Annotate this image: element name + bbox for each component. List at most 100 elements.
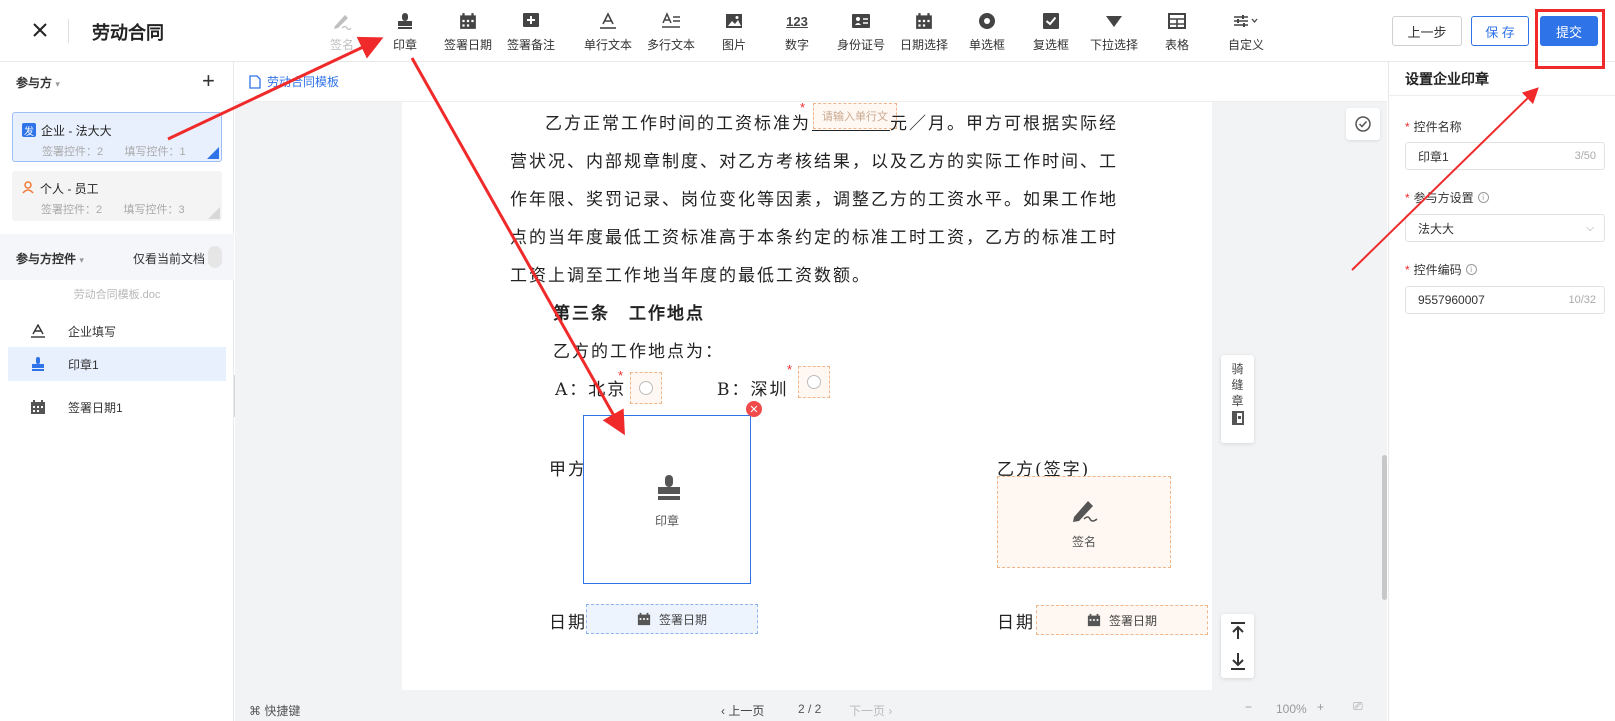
- participants-header[interactable]: 参与方 ▾: [16, 74, 60, 91]
- paragraph-line: 元／月。甲方可根据实际经: [890, 114, 1118, 134]
- table-icon: [1145, 8, 1209, 34]
- check-button[interactable]: [1346, 108, 1380, 140]
- scroll-to-bottom-icon[interactable]: [1230, 652, 1246, 670]
- control-code-label: * 控件编码 i: [1405, 261, 1477, 278]
- signature-field[interactable]: 签名: [997, 476, 1171, 568]
- calendar-icon: [892, 8, 956, 34]
- char-count: 10/32: [1568, 294, 1596, 306]
- selected-corner-icon: [207, 147, 219, 159]
- tool-radio[interactable]: 单选框: [955, 8, 1019, 53]
- control-name-value: 印章1: [1418, 149, 1449, 164]
- tool-label: 签名: [329, 38, 354, 52]
- radio-field-a[interactable]: [630, 372, 662, 404]
- tool-number[interactable]: 123 数字: [765, 8, 829, 53]
- document-tab-bar: 劳动合同模板: [235, 62, 1387, 102]
- pen-icon: [1073, 501, 1098, 522]
- divider: [1389, 95, 1615, 96]
- tool-label: 下拉选择: [1089, 38, 1138, 52]
- tool-calendar[interactable]: 日期选择: [892, 8, 956, 53]
- pen-icon: [310, 8, 374, 34]
- only-current-doc-toggle[interactable]: [208, 246, 222, 268]
- fit-page-icon[interactable]: ⎚: [1353, 699, 1363, 714]
- required-marker: *: [800, 100, 806, 115]
- tool-table[interactable]: 表格: [1145, 8, 1209, 53]
- riding-seal-button[interactable]: 骑缝章: [1221, 355, 1254, 443]
- zoom-in-button[interactable]: +: [1317, 700, 1324, 714]
- add-participant-icon[interactable]: +: [202, 68, 215, 94]
- custom-icon: [1214, 8, 1278, 34]
- tool-multi-line-text[interactable]: 多行文本: [639, 8, 703, 53]
- single-line-text-icon: [576, 8, 640, 34]
- calendar-icon: [436, 8, 500, 34]
- zoom-out-button[interactable]: −: [1245, 700, 1252, 714]
- plus-box-icon: [499, 8, 563, 34]
- save-button[interactable]: 保 存: [1471, 16, 1529, 46]
- tool-id-card[interactable]: 身份证号: [829, 8, 893, 53]
- controls-header[interactable]: 参与方控件 ▾: [16, 250, 84, 267]
- document-tab[interactable]: 劳动合同模板: [249, 73, 339, 90]
- participant-name: 个人 - 员工: [40, 182, 99, 196]
- stamp-field[interactable]: 印章: [583, 415, 751, 584]
- single-line-text-field[interactable]: 请输入单行文: [813, 103, 897, 129]
- tool-label: 复选框: [1032, 38, 1069, 52]
- controls-header-bar: 参与方控件 ▾ 仅看当前文档: [0, 234, 234, 280]
- tool-stamp[interactable]: 印章: [373, 8, 437, 53]
- sign-date-label: 签署日期: [1108, 613, 1157, 628]
- control-item-stamp[interactable]: 印章1: [8, 347, 226, 381]
- underline: [812, 130, 890, 131]
- sign-date-field-b[interactable]: 签署日期: [1036, 605, 1208, 635]
- tool-dropdown[interactable]: 下拉选择: [1082, 8, 1146, 53]
- control-name-label: * 控件名称: [1405, 119, 1462, 135]
- participant-card-company[interactable]: 发 企业 - 法大大 签署控件：2 填写控件：1: [12, 112, 222, 162]
- tool-checkbox[interactable]: 复选框: [1019, 8, 1083, 53]
- radio-icon: [639, 381, 653, 395]
- tool-label: 多行文本: [646, 38, 695, 52]
- tool-custom[interactable]: 自定义: [1214, 8, 1278, 53]
- canvas-scrollbar[interactable]: [1382, 455, 1387, 600]
- tool-plus-box[interactable]: 签署备注: [499, 8, 563, 53]
- tool-calendar[interactable]: 签署日期: [436, 8, 500, 53]
- control-name-input[interactable]: 印章1 3/50: [1405, 142, 1605, 170]
- paragraph-line: 乙方的工作地点为：: [553, 342, 724, 362]
- prev-page-button[interactable]: ‹ 上一页: [721, 702, 764, 719]
- document-tab-label: 劳动合同模板: [267, 75, 340, 89]
- only-current-doc-label: 仅看当前文档: [133, 252, 206, 266]
- info-icon[interactable]: i: [1477, 192, 1489, 203]
- radio-field-b[interactable]: [798, 366, 830, 398]
- fill-count: 填写控件：1: [124, 146, 186, 158]
- tool-label: 图片: [721, 38, 746, 52]
- tool-image[interactable]: 图片: [702, 8, 766, 53]
- control-label: 签署日期1: [68, 400, 123, 415]
- char-count: 3/50: [1574, 150, 1596, 162]
- participant-card-person[interactable]: 个人 - 员工 签署控件：2 填写控件：3: [12, 171, 222, 221]
- multi-line-text-icon: [639, 8, 703, 34]
- tool-label: 数字: [784, 38, 809, 52]
- party-select-value: 法大大: [1418, 221, 1455, 236]
- tool-label: 印章: [392, 38, 417, 52]
- prev-step-button[interactable]: 上一步: [1392, 16, 1462, 46]
- command-icon: ⌘: [249, 704, 261, 718]
- page-nav-float: [1221, 614, 1254, 678]
- close-icon[interactable]: [28, 18, 52, 42]
- control-item-enterprise-fill[interactable]: 企业填写: [8, 314, 226, 348]
- remove-stamp-icon[interactable]: ✕: [746, 401, 762, 417]
- sender-tag-icon: 发: [22, 123, 36, 138]
- tool-pen[interactable]: 签名: [310, 8, 374, 53]
- tool-single-line-text[interactable]: 单行文本: [576, 8, 640, 53]
- scroll-to-top-icon[interactable]: [1230, 622, 1246, 640]
- shortcut-button[interactable]: ⌘ 快捷键: [249, 702, 300, 719]
- document-icon: [249, 74, 261, 89]
- control-label: 印章1: [68, 357, 99, 372]
- paragraph-line: 工资上调至工作地当年度的最低工资数额。: [510, 266, 871, 286]
- control-code-input[interactable]: 9557960007 10/32: [1405, 286, 1605, 314]
- party-select[interactable]: 法大大 ⌵: [1405, 214, 1605, 242]
- checkbox-icon: [1019, 8, 1083, 34]
- stamp-icon: [373, 8, 437, 34]
- control-item-sign-date[interactable]: 签署日期1: [8, 390, 226, 424]
- next-page-button[interactable]: 下一页 ›: [849, 702, 892, 719]
- info-icon[interactable]: i: [1465, 264, 1477, 275]
- calendar-icon: [26, 399, 50, 415]
- page-indicator: 2 / 2: [798, 702, 822, 716]
- radio-icon: [807, 375, 821, 389]
- sign-date-field-a[interactable]: 签署日期: [586, 604, 758, 634]
